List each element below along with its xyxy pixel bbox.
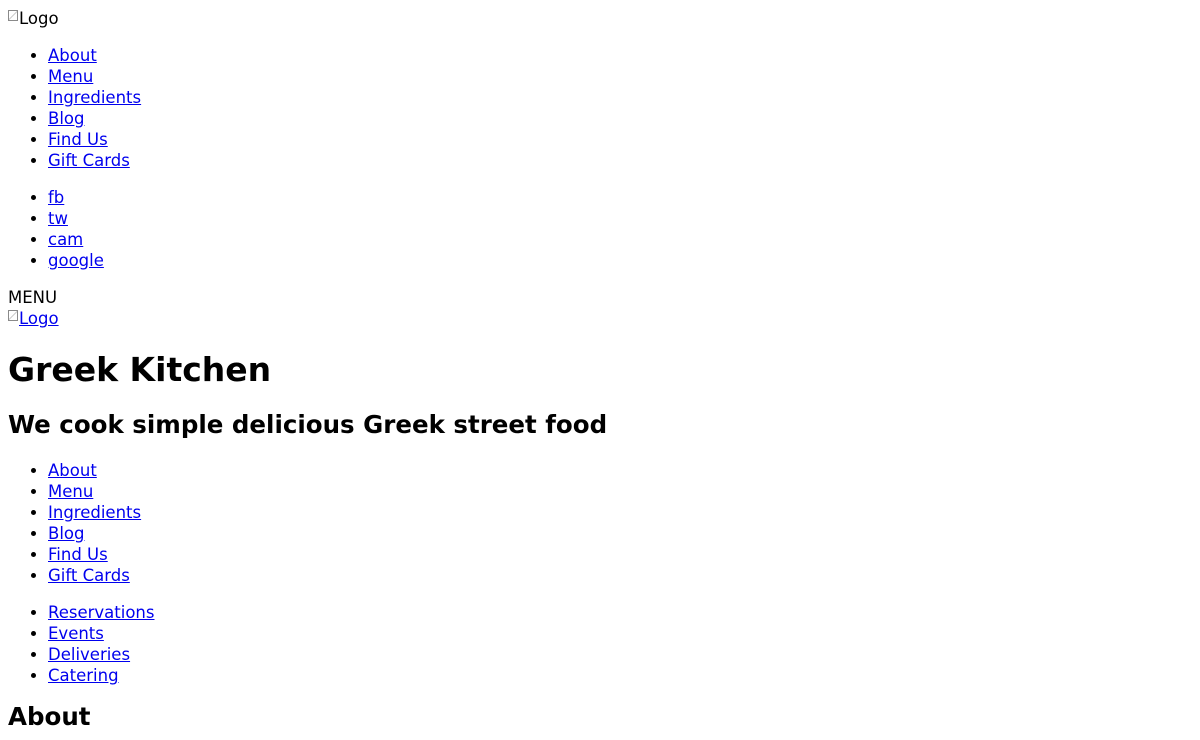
main-nav-blog-link[interactable]: Blog [48,524,84,543]
main-nav-find-us-link[interactable]: Find Us [48,545,108,564]
header-nav-item: Gift Cards [48,150,1192,171]
social-item: google [48,250,1192,271]
service-deliveries-link[interactable]: Deliveries [48,645,130,664]
about-heading: About [8,702,91,731]
service-catering-link[interactable]: Catering [48,666,119,685]
social-item: tw [48,208,1192,229]
main-nav-item: Find Us [48,544,1192,565]
logo-image: Logo [8,8,1192,29]
social-twitter-link[interactable]: tw [48,209,68,228]
page: Logo About Menu Ingredients Blog Find Us… [0,0,1200,732]
header-nav-about-link[interactable]: About [48,46,97,65]
social-facebook-link[interactable]: fb [48,188,64,207]
service-item: Deliveries [48,644,1192,665]
social-camera-link[interactable]: cam [48,230,83,249]
service-item: Reservations [48,602,1192,623]
header-nav-item: Ingredients [48,87,1192,108]
header-nav-list: About Menu Ingredients Blog Find Us Gift… [8,45,1192,171]
main-nav-item: Blog [48,523,1192,544]
header-nav-find-us-link[interactable]: Find Us [48,130,108,149]
main-nav-item: Menu [48,481,1192,502]
logo-link-alt-text: Logo [19,309,59,328]
main-nav-list: About Menu Ingredients Blog Find Us Gift… [8,460,1192,586]
header-nav-blog-link[interactable]: Blog [48,109,84,128]
header-nav-ingredients-link[interactable]: Ingredients [48,88,141,107]
site-title: Greek Kitchen [8,350,272,389]
service-events-link[interactable]: Events [48,624,104,643]
main-nav-item: About [48,460,1192,481]
broken-image-icon [8,10,18,21]
header-nav-item: About [48,45,1192,66]
logo-alt-text: Logo [19,9,59,28]
broken-image-icon [8,310,18,321]
header-nav-menu-link[interactable]: Menu [48,67,93,86]
header-nav-item: Find Us [48,129,1192,150]
service-reservations-link[interactable]: Reservations [48,603,155,622]
social-google-link[interactable]: google [48,251,104,270]
header-nav-item: Blog [48,108,1192,129]
menu-toggle[interactable]: MENU [8,287,1192,308]
services-list: Reservations Events Deliveries Catering [8,602,1192,686]
site-tagline: We cook simple delicious Greek street fo… [8,410,608,439]
social-item: cam [48,229,1192,250]
header-nav-item: Menu [48,66,1192,87]
service-item: Events [48,623,1192,644]
service-item: Catering [48,665,1192,686]
header-nav-gift-cards-link[interactable]: Gift Cards [48,151,130,170]
main-nav-about-link[interactable]: About [48,461,97,480]
main-nav-gift-cards-link[interactable]: Gift Cards [48,566,130,585]
main-nav-menu-link[interactable]: Menu [48,482,93,501]
logo-link[interactable]: Logo [8,308,1192,329]
main-nav-ingredients-link[interactable]: Ingredients [48,503,141,522]
main-nav-item: Ingredients [48,502,1192,523]
social-item: fb [48,187,1192,208]
social-links-list: fb tw cam google [8,187,1192,271]
main-nav-item: Gift Cards [48,565,1192,586]
